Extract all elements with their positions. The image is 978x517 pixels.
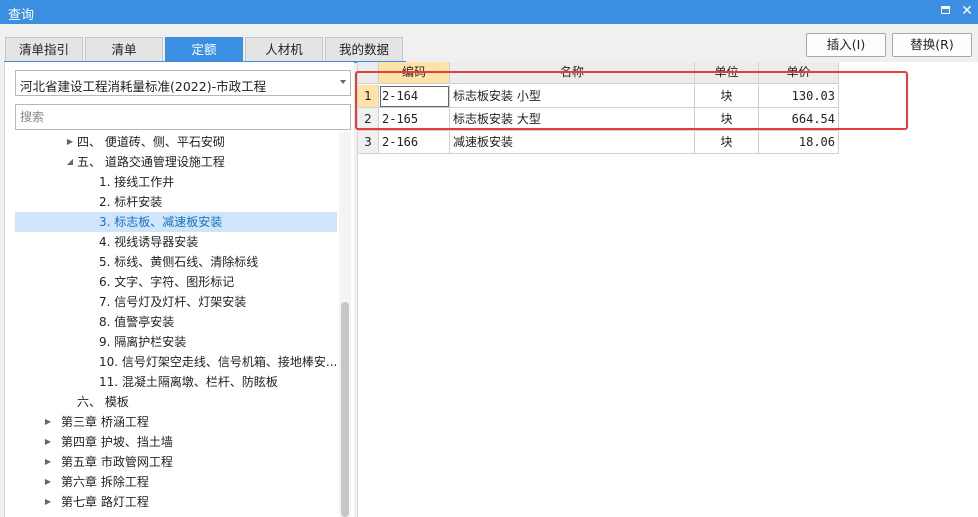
grid-cell-unit[interactable]: 块: [695, 108, 759, 131]
tab-materials[interactable]: 人材机: [245, 37, 323, 61]
tab-my-data[interactable]: 我的数据: [325, 37, 403, 61]
tree-item-label: 10. 信号灯架空走线、信号机箱、接地棒安...: [99, 355, 337, 369]
maximize-icon[interactable]: [936, 2, 954, 20]
close-icon[interactable]: ✕: [958, 2, 976, 20]
row-number[interactable]: 3: [358, 131, 379, 154]
caret-right-icon[interactable]: ▶: [43, 472, 53, 492]
quota-grid-panel: 编码 名称 单位 单价 1 2-164 标志板安装 小型块 130.03 2 2-165 标志板安装…: [357, 62, 978, 517]
tree-item[interactable]: ▶ 四、 便道砖、侧、平石安砌: [15, 132, 337, 152]
grid-cell-unit[interactable]: 块: [695, 85, 759, 108]
tree-item-label: 四、 便道砖、侧、平石安砌: [77, 135, 225, 149]
tree-scrollbar[interactable]: [339, 132, 351, 517]
tree-item[interactable]: 8. 值警亭安装: [15, 312, 337, 332]
search-input[interactable]: [16, 105, 350, 129]
tree-item-label: 7. 信号灯及灯杆、灯架安装: [99, 295, 247, 309]
tab-list-guide[interactable]: 清单指引: [5, 37, 83, 61]
grid-cell-code[interactable]: 2-165: [379, 108, 450, 131]
tree-item-label: 六、 模板: [77, 395, 129, 409]
scrollbar-thumb[interactable]: [341, 302, 349, 517]
tree-item[interactable]: 11. 混凝土隔离墩、栏杆、防眩板: [15, 372, 337, 392]
category-tree: ▶ 四、 便道砖、侧、平石安砌 ◢ 五、 道路交通管理设施工程 1. 接线工作井 2. 标…: [15, 132, 337, 517]
tree-item-label: 8. 值警亭安装: [99, 315, 175, 329]
caret-down-icon[interactable]: ◢: [65, 152, 75, 172]
grid-cell-name[interactable]: 标志板安装 大型: [450, 108, 695, 131]
tab-quota[interactable]: 定额: [165, 37, 243, 61]
row-number[interactable]: 2: [358, 108, 379, 131]
tree-item-label: 第五章 市政管网工程: [61, 455, 173, 469]
tree-item-label: 第六章 拆除工程: [61, 475, 149, 489]
caret-right-icon[interactable]: ▶: [43, 452, 53, 472]
insert-button[interactable]: 插入(I): [806, 33, 886, 57]
tree-item-label: 4. 视线诱导器安装: [99, 235, 199, 249]
standard-selector-value: 河北省建设工程消耗量标准(2022)-市政工程: [20, 79, 267, 94]
caret-right-icon[interactable]: ▶: [43, 492, 53, 512]
tree-item-label: 2. 标杆安装: [99, 195, 163, 209]
replace-button[interactable]: 替换(R): [892, 33, 972, 57]
tree-item-label: 11. 混凝土隔离墩、栏杆、防眩板: [99, 375, 278, 389]
tree-item[interactable]: ▶ 第三章 桥涵工程: [15, 412, 337, 432]
grid-cell-code[interactable]: 2-164: [379, 85, 450, 108]
search-field[interactable]: [15, 104, 351, 130]
tree-item-label: 9. 隔离护栏安装: [99, 335, 187, 349]
tree-item[interactable]: 1. 接线工作井: [15, 172, 337, 192]
tree-item-label: 1. 接线工作井: [99, 175, 175, 189]
price-header[interactable]: 单价: [759, 62, 839, 84]
grid-cell-name[interactable]: 标志板安装 小型: [450, 85, 695, 108]
grid-cell-name[interactable]: 减速板安装: [450, 131, 695, 154]
tree-item-label: 第四章 护坡、挡土墙: [61, 435, 173, 449]
tree-item[interactable]: 7. 信号灯及灯杆、灯架安装: [15, 292, 337, 312]
code-header[interactable]: 编码: [379, 62, 450, 84]
caret-right-icon[interactable]: ▶: [43, 432, 53, 452]
name-header[interactable]: 名称: [450, 62, 695, 84]
tree-item-label: 3. 标志板、减速板安装: [99, 215, 223, 229]
tree-item[interactable]: 4. 视线诱导器安装: [15, 232, 337, 252]
tab-list[interactable]: 清单: [85, 37, 163, 61]
standard-selector[interactable]: 河北省建设工程消耗量标准(2022)-市政工程: [15, 70, 351, 96]
left-panel: 河北省建设工程消耗量标准(2022)-市政工程 ▶四、 便道砖、侧、平石安砌◢五…: [4, 62, 354, 517]
tree-item-label: 5. 标线、黄侧石线、清除标线: [99, 255, 259, 269]
grid-cell-unit[interactable]: 块: [695, 131, 759, 154]
caret-right-icon[interactable]: ▶: [43, 412, 53, 432]
tree-item[interactable]: ▶ 第四章 护坡、挡土墙: [15, 432, 337, 452]
tree-item-label: 五、 道路交通管理设施工程: [77, 155, 225, 169]
window-title: 查询: [8, 8, 35, 23]
tree-item-label: 第七章 路灯工程: [61, 495, 149, 509]
tree-item[interactable]: 6. 文字、字符、图形标记: [15, 272, 337, 292]
row-number[interactable]: 1: [358, 85, 379, 108]
grid-cell-price[interactable]: 18.06: [759, 131, 839, 154]
tree-item[interactable]: 5. 标线、黄侧石线、清除标线: [15, 252, 337, 272]
caret-right-icon[interactable]: ▶: [65, 132, 75, 152]
unit-header[interactable]: 单位: [695, 62, 759, 84]
chevron-down-icon[interactable]: [340, 80, 346, 84]
grid-cell-price[interactable]: 664.54: [759, 108, 839, 131]
tree-item-label: 第三章 桥涵工程: [61, 415, 149, 429]
tree-item[interactable]: ◢ 五、 道路交通管理设施工程: [15, 152, 337, 172]
grid-cell-price[interactable]: 130.03: [759, 85, 839, 108]
tree-item[interactable]: 3. 标志板、减速板安装: [15, 212, 337, 232]
tree-item[interactable]: ▶ 第六章 拆除工程: [15, 472, 337, 492]
tree-item[interactable]: 10. 信号灯架空走线、信号机箱、接地棒安...: [15, 352, 337, 372]
grid-cell-code[interactable]: 2-166: [379, 131, 450, 154]
tree-item-label: 6. 文字、字符、图形标记: [99, 275, 235, 289]
tree-item[interactable]: ▶ 第七章 路灯工程: [15, 492, 337, 512]
grid-corner: [358, 62, 379, 84]
tree-item[interactable]: 9. 隔离护栏安装: [15, 332, 337, 352]
tree-item[interactable]: 2. 标杆安装: [15, 192, 337, 212]
title-bar: 查询 ✕: [0, 0, 978, 24]
tree-item[interactable]: ▶ 第五章 市政管网工程: [15, 452, 337, 472]
tree-item[interactable]: 六、 模板: [15, 392, 337, 412]
